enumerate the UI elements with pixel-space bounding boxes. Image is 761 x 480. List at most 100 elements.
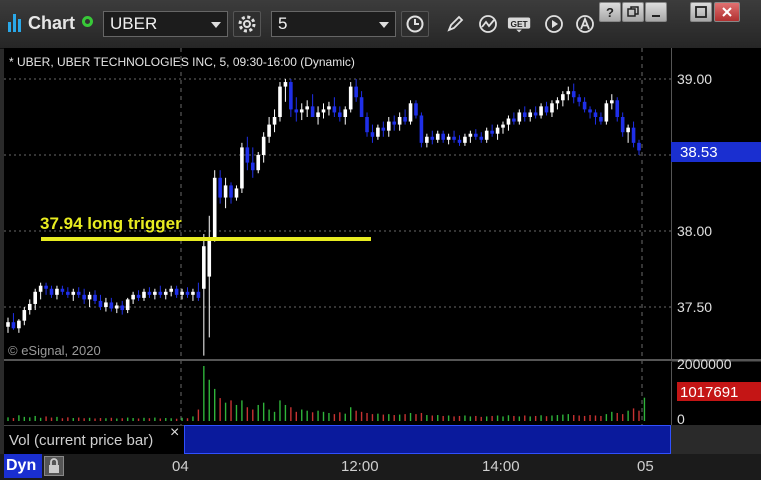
candle-body (158, 291, 163, 295)
candle-body (22, 310, 27, 321)
volume-tick-label: 0 (677, 411, 685, 427)
candle-body (38, 285, 43, 292)
candle-body (474, 133, 478, 137)
grid-lines (4, 48, 761, 425)
candle-body (392, 121, 397, 125)
bottom-bar: Dyn 04 12:00 14:00 05 (0, 454, 761, 480)
candle-body (365, 117, 369, 133)
candle-body (381, 127, 386, 131)
volume-edit-field[interactable] (184, 425, 671, 454)
candle-body (620, 117, 625, 133)
candle-body (425, 136, 429, 143)
candle-body (55, 288, 59, 295)
candle-body (446, 136, 451, 140)
candle-body (593, 112, 598, 117)
candle-body (626, 127, 630, 133)
candle-body (332, 106, 337, 113)
candle-body (631, 127, 636, 143)
candle-body (495, 127, 500, 134)
candle-body (386, 121, 391, 131)
candle-body (44, 285, 48, 289)
candle-body (414, 103, 418, 116)
chart-canvas[interactable]: 39.0038.0037.5038.5020000000 37.94 long … (0, 0, 761, 480)
candle-body (261, 136, 266, 155)
candle-body (441, 133, 445, 140)
candle-body (131, 294, 135, 300)
dynamic-toggle[interactable]: Dyn (4, 454, 42, 478)
candle-body (403, 117, 407, 122)
candle-body (240, 147, 244, 189)
candle-body (343, 109, 348, 117)
candle-body (76, 291, 81, 295)
candle-body (490, 130, 494, 134)
candle-body (327, 106, 331, 110)
candle-body (250, 162, 255, 171)
candle-body (256, 155, 261, 171)
candle-body (267, 124, 271, 137)
candle-body (522, 112, 527, 117)
candle-body (599, 117, 603, 122)
candle-body (272, 117, 277, 125)
x-tick-05: 05 (637, 458, 654, 475)
candle-body (501, 124, 505, 128)
candle-body (419, 115, 424, 143)
candle-body (98, 300, 103, 307)
copyright: © eSignal, 2020 (8, 343, 101, 358)
candle-body (610, 100, 614, 104)
trigger-label: 37.94 long trigger (40, 214, 182, 233)
candle-body (397, 117, 402, 125)
candle-body (430, 136, 435, 140)
candle-body (533, 112, 538, 116)
candle-body (202, 246, 206, 289)
candle-body (463, 136, 467, 143)
candle-body (142, 291, 146, 298)
candle-body (120, 305, 125, 311)
candle-body (223, 185, 228, 198)
candle-body (435, 133, 440, 140)
x-tick-14: 14:00 (482, 458, 520, 475)
candle-body (109, 302, 114, 309)
candle-body (528, 112, 533, 117)
price-tick-label: 37.50 (677, 299, 712, 315)
candle-body (468, 133, 473, 137)
candle-body (93, 294, 97, 301)
candle-body (82, 294, 86, 300)
candle-body (316, 112, 320, 117)
candle-body (6, 322, 10, 327)
candle-body (174, 288, 179, 295)
candle-body (517, 112, 522, 122)
candle-body (544, 106, 549, 113)
candle-body (169, 288, 173, 292)
candle-body (294, 109, 299, 113)
candle-body (359, 97, 364, 117)
last-volume-value: 1017691 (680, 384, 738, 401)
candle-body (637, 142, 641, 151)
axis-labels: 39.0038.0037.5038.5020000000 (677, 71, 732, 427)
candle-body (33, 291, 37, 304)
candle-body (125, 299, 130, 311)
candle-body (185, 291, 190, 295)
candle-body (71, 291, 76, 295)
candle-body (234, 188, 239, 198)
candle-body (104, 302, 108, 307)
volume-label-box: Vol (current price bar) × (4, 424, 184, 454)
candle-body (588, 109, 592, 113)
candle-body (245, 147, 250, 163)
candle-body (114, 305, 119, 309)
candle-body (207, 238, 212, 277)
candle-body (577, 97, 581, 102)
close-icon[interactable]: × (170, 424, 179, 442)
candle-body (196, 291, 201, 298)
x-tick-04: 04 (172, 458, 189, 475)
candle-body (615, 100, 620, 117)
candle-body (180, 291, 184, 295)
candle-body (582, 101, 587, 110)
candle-body (289, 82, 293, 110)
candle-body (550, 103, 554, 113)
lock-button[interactable] (44, 456, 64, 476)
candle-body (571, 91, 576, 98)
price-tick-label: 38.00 (677, 223, 712, 239)
candle-body (506, 118, 511, 125)
candle-body (299, 109, 304, 113)
candle-body (321, 109, 326, 113)
